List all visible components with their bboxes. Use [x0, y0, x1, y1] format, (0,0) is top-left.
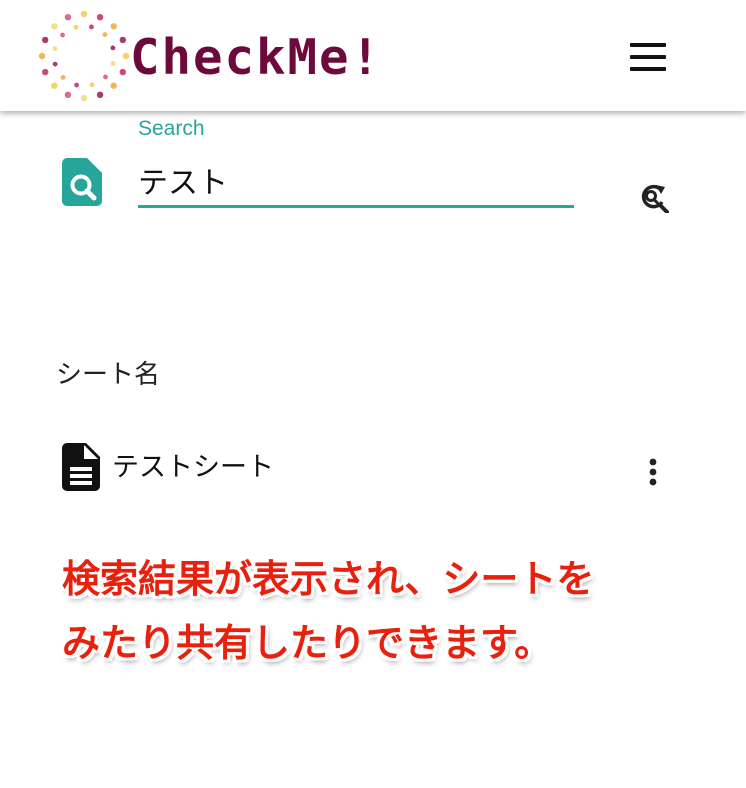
document-icon: [62, 443, 100, 495]
document-search-icon: [62, 158, 102, 210]
logo-dots-icon: [38, 10, 130, 102]
logo-text: CheckMe!: [130, 29, 383, 86]
annotation-callout: 検索結果が表示され、シートを みたり共有したりできます。: [62, 547, 702, 675]
search-input[interactable]: [138, 155, 574, 208]
sheet-name-column-header: シート名: [56, 360, 161, 390]
checkme-logo[interactable]: CheckMe!: [34, 6, 434, 106]
more-vertical-icon[interactable]: [640, 457, 666, 487]
annotation-line-1: 検索結果が表示され、シートを: [62, 557, 595, 601]
sheet-name: テストシート: [112, 452, 274, 483]
main-content: Search シート名 テストシート: [0, 111, 746, 788]
app-bar: CheckMe!: [0, 0, 746, 111]
sheet-list-item[interactable]: テストシート: [56, 439, 686, 499]
refresh-search-icon[interactable]: [638, 183, 670, 217]
hamburger-menu-icon[interactable]: [626, 40, 670, 74]
search-label: Search: [138, 117, 205, 140]
annotation-line-2: みたり共有したりできます。: [62, 621, 553, 665]
